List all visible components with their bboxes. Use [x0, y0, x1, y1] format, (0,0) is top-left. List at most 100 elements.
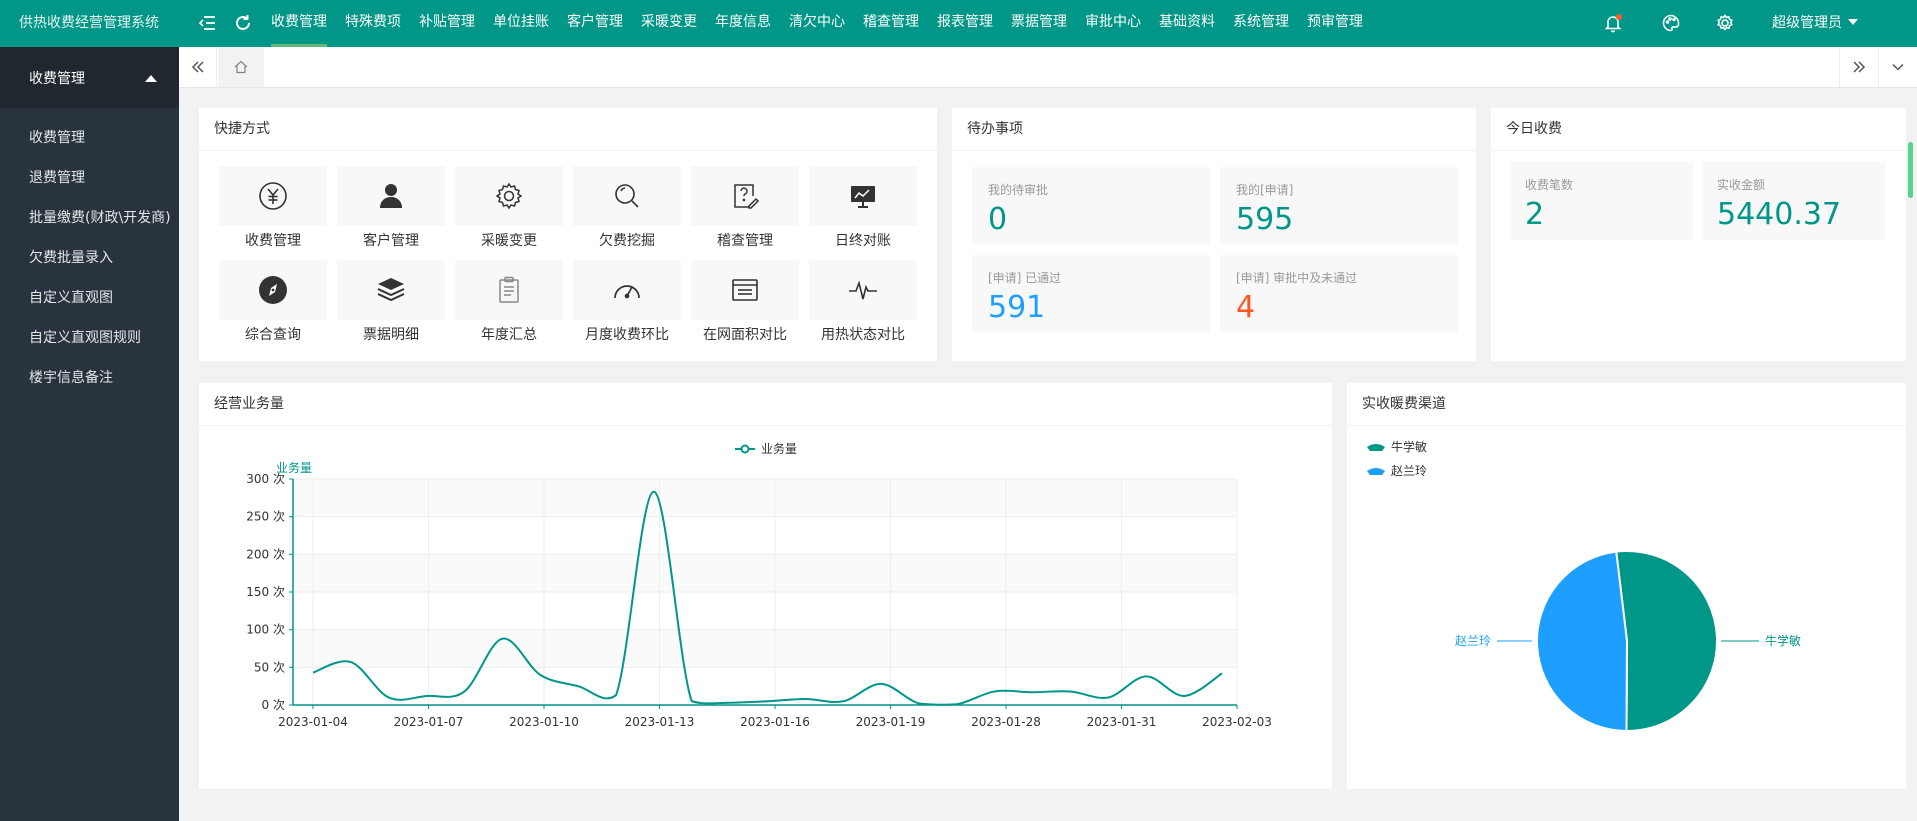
nav-item[interactable]: 稽查管理: [854, 0, 928, 47]
business-line-chart: 业务量业务量300 次250 次200 次150 次100 次50 次0 次20…: [246, 441, 1272, 729]
home-tab[interactable]: [218, 47, 264, 87]
nav-item[interactable]: 补贴管理: [410, 0, 484, 47]
quick-item[interactable]: 用热状态对比: [809, 260, 917, 354]
clipboard-icon: [455, 260, 563, 320]
nav-item[interactable]: 收费管理: [262, 0, 336, 47]
menu-fold-icon[interactable]: [197, 12, 219, 34]
data-point: [1107, 696, 1109, 698]
nav-item[interactable]: 票据管理: [1002, 0, 1076, 47]
legend-label: 赵兰玲: [1391, 464, 1427, 478]
gear-icon: [455, 166, 563, 226]
data-point: [842, 700, 844, 702]
todo-value: 591: [988, 290, 1046, 325]
pie-slice[interactable]: [1536, 550, 1629, 733]
nav-item[interactable]: 客户管理: [558, 0, 632, 47]
question-edit-icon: [691, 166, 799, 226]
quick-item[interactable]: 收费管理: [219, 166, 327, 260]
y-tick-label: 300 次: [246, 472, 285, 486]
quick-item[interactable]: 年度汇总: [455, 260, 563, 354]
nav-item[interactable]: 特殊费项: [336, 0, 410, 47]
sidebar-item[interactable]: 收费管理: [0, 118, 179, 158]
nav-item[interactable]: 基础资料: [1150, 0, 1224, 47]
data-point: [1032, 691, 1034, 693]
quick-item-label: 综合查询: [245, 327, 301, 343]
todo-card[interactable]: [申请] 审批中及未通过 4: [1220, 255, 1458, 333]
scroll-left-button[interactable]: [179, 47, 217, 87]
sidebar-item[interactable]: 退费管理: [0, 158, 179, 198]
nav-item[interactable]: 清欠中心: [780, 0, 854, 47]
settings-gear-icon[interactable]: [1714, 12, 1736, 34]
legend-label: 牛学敏: [1391, 439, 1427, 454]
legend-item[interactable]: 牛学敏: [1367, 439, 1427, 454]
compass-icon: [219, 260, 327, 320]
sidebar-list: 收费管理 退费管理 批量缴费(财政\开发商) 欠费批量录入 自定义直观图 自定义直观图规则…: [0, 108, 179, 398]
legend-item[interactable]: 赵兰玲: [1367, 464, 1427, 478]
pulse-icon: [809, 260, 917, 320]
user-menu[interactable]: 超级管理员: [1772, 0, 1858, 46]
sidebar-item[interactable]: 自定义直观图: [0, 278, 179, 318]
quick-item[interactable]: 稽查管理: [691, 166, 799, 260]
quick-item[interactable]: 月度收费环比: [573, 260, 681, 354]
sidebar-item[interactable]: 欠费批量录入: [0, 238, 179, 278]
quick-item[interactable]: 欠费挖掘: [573, 166, 681, 260]
data-point: [1145, 675, 1147, 677]
quick-item[interactable]: 票据明细: [337, 260, 445, 354]
today-label: 实收金额: [1717, 178, 1766, 192]
slice-label: 牛学敏: [1765, 633, 1801, 648]
yuan-icon: [219, 166, 327, 226]
quick-item[interactable]: 采暖变更: [455, 166, 563, 260]
app-title: 供热收费经营管理系统: [19, 15, 159, 31]
todo-card[interactable]: 我的[申请] 595: [1220, 167, 1458, 245]
panel-title: 实收暖费渠道: [1347, 383, 1906, 426]
nav-item[interactable]: 审批中心: [1076, 0, 1150, 47]
quick-item[interactable]: 客户管理: [337, 166, 445, 260]
todo-card[interactable]: [申请] 已通过 591: [972, 255, 1210, 333]
channel-pie-chart: 牛学敏赵兰玲牛学敏赵兰玲: [1367, 439, 1801, 733]
tab-options-button[interactable]: [1878, 47, 1916, 87]
data-point: [350, 661, 352, 663]
sidebar-item[interactable]: 批量缴费(财政\开发商): [0, 198, 179, 238]
quick-item[interactable]: 综合查询: [219, 260, 327, 354]
chart-legend[interactable]: 业务量: [735, 441, 797, 456]
data-point: [615, 694, 617, 696]
grid-band: [293, 554, 1237, 592]
today-panel: 今日收费 收费笔数 2 实收金额 5440.37: [1491, 108, 1906, 361]
scroll-right-button[interactable]: [1839, 47, 1877, 87]
nav-item[interactable]: 预审管理: [1298, 0, 1372, 47]
series-line-业务量[interactable]: [312, 490, 1223, 706]
theme-palette-icon[interactable]: [1660, 12, 1682, 34]
scrollbar-thumb[interactable]: [1908, 142, 1913, 198]
double-chevron-left-icon: [191, 61, 204, 73]
nav-item[interactable]: 系统管理: [1224, 0, 1298, 47]
legend-swatch: [1367, 444, 1385, 451]
todo-card[interactable]: 我的待审批 0: [972, 167, 1210, 245]
refresh-icon[interactable]: [232, 12, 254, 34]
top-bar: 供热收费经营管理系统 收费管理 特殊费项 补贴管理 单位挂账 客户管理 采暖变更 年度信息清…: [0, 0, 1917, 47]
bell-icon[interactable]: [1602, 12, 1624, 34]
todo-label: [申请] 已通过: [988, 271, 1062, 285]
slice-label: 赵兰玲: [1455, 634, 1491, 648]
sidebar-header[interactable]: 收费管理: [0, 47, 179, 108]
pie-slice[interactable]: [1615, 550, 1718, 733]
grid-band: [293, 629, 1237, 668]
todo-value: 595: [1236, 202, 1294, 237]
x-tick-label: 2023-01-16: [740, 715, 810, 729]
nav-item[interactable]: 单位挂账: [484, 0, 558, 47]
nav-item[interactable]: 采暖变更: [632, 0, 706, 47]
panel-title: 待办事项: [952, 108, 1476, 151]
sidebar-item[interactable]: 自定义直观图规则: [0, 318, 179, 358]
today-card: 实收金额 5440.37: [1703, 162, 1885, 240]
nav-item[interactable]: 报表管理: [928, 0, 1002, 47]
todo-value: 0: [988, 202, 1008, 237]
today-grid: 收费笔数 2 实收金额 5440.37: [1511, 162, 1885, 240]
quick-item-label: 在网面积对比: [703, 327, 787, 343]
quick-item[interactable]: 在网面积对比: [691, 260, 799, 354]
data-point: [539, 674, 541, 676]
quick-item[interactable]: 日终对账: [809, 166, 917, 260]
quick-item-label: 日终对账: [835, 233, 891, 249]
sidebar-item[interactable]: 楼宇信息备注: [0, 358, 179, 398]
channel-chart-panel: 实收暖费渠道 牛学敏 赵兰玲 牛学敏 赵兰玲: [1347, 383, 1906, 789]
tab-bar: [179, 47, 1917, 88]
x-tick-label: 2023-01-13: [625, 715, 695, 729]
nav-item[interactable]: 年度信息: [706, 0, 780, 47]
